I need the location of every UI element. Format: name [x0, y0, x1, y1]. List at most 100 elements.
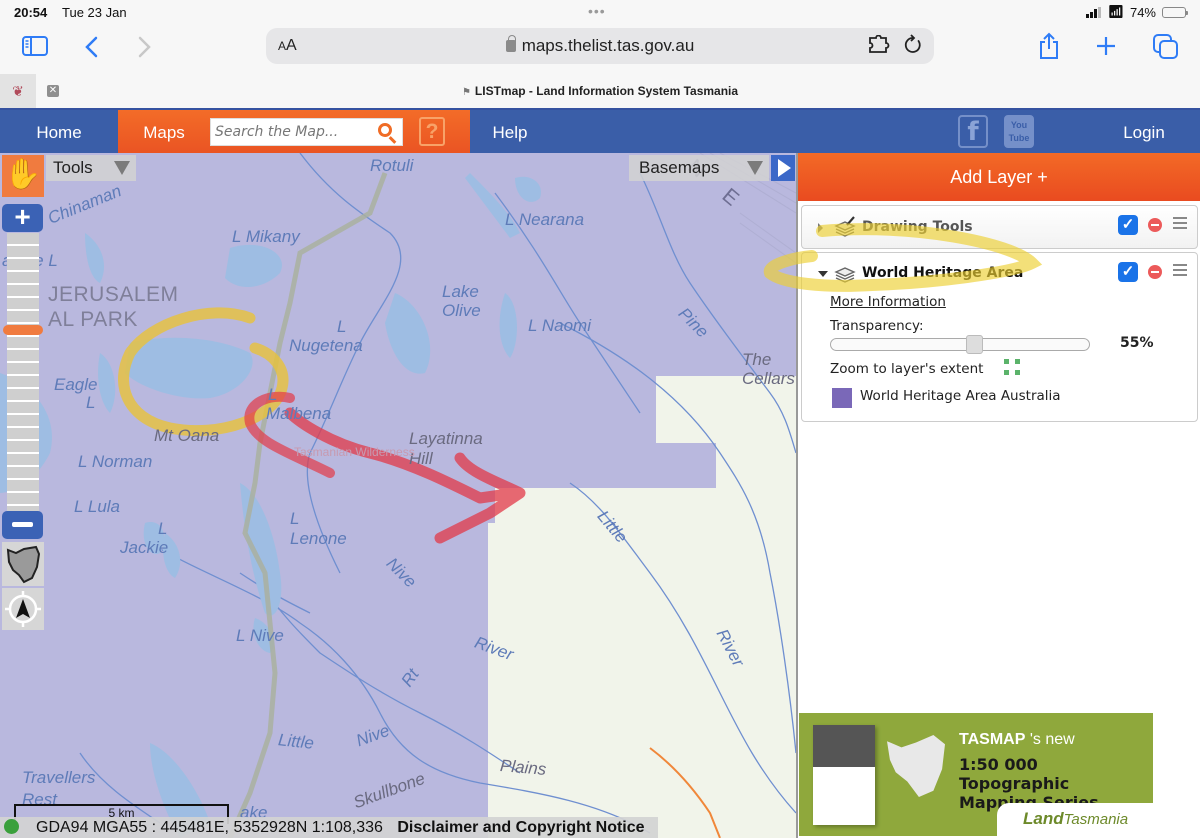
collapse-panel-button[interactable] — [771, 155, 795, 181]
zoom-to-extent-icon[interactable] — [1004, 359, 1020, 375]
layer-menu-icon[interactable] — [1173, 217, 1187, 229]
share-icon[interactable] — [1038, 32, 1060, 65]
map-label: Tasmanian Wilderness — [294, 445, 415, 459]
map-label-park: AL PARK — [48, 308, 138, 331]
remove-layer-icon[interactable] — [1148, 265, 1162, 279]
layer-title[interactable]: World Heritage Area — [862, 265, 1023, 281]
url-display[interactable]: maps.thelist.tas.gov.au — [266, 35, 934, 56]
url-text: maps.thelist.tas.gov.au — [521, 36, 695, 55]
nav-maps[interactable]: Maps — [118, 110, 210, 153]
zoom-slider[interactable] — [7, 233, 39, 511]
status-date: Tue 23 Jan — [62, 5, 127, 20]
map-label: L Mikany — [232, 227, 300, 246]
map-label: L Lula — [74, 497, 121, 516]
battery-percent: 74% — [1129, 4, 1156, 20]
tools-dropdown[interactable]: Tools — [46, 155, 136, 181]
projection-icon[interactable] — [4, 819, 19, 834]
locate-north-button[interactable] — [2, 588, 44, 630]
transparency-value: 55% — [1120, 335, 1154, 351]
layer-visibility-checkbox[interactable]: ✓ — [1118, 262, 1138, 282]
transparency-slider-knob[interactable] — [966, 335, 983, 354]
map-label: Malbena — [266, 404, 332, 423]
disclaimer-link[interactable]: Disclaimer and Copyright Notice — [397, 819, 644, 836]
basemaps-label: Basemaps — [639, 158, 720, 177]
map-label: Nugetena — [289, 336, 363, 355]
tab-title-text: LISTmap - Land Information System Tasman… — [474, 84, 739, 98]
layer-title[interactable]: Drawing Tools — [862, 219, 973, 235]
list-favicon-icon: ⚑ — [461, 87, 471, 98]
site-navbar: Home Maps ? Help f You Tube Login — [0, 108, 1200, 153]
map-label: L Naomi — [528, 316, 591, 335]
layers-panel: Add Layer + Drawing Tools ✓ World Herita… — [763, 153, 1200, 838]
land-logo-italic: Tasmania — [1063, 811, 1129, 828]
coordinate-readout: GDA94 MGA55 : 445481E, 5352928N 1:108,33… — [36, 819, 383, 836]
new-tab-icon[interactable] — [1096, 36, 1116, 61]
tasmania-icon — [6, 545, 41, 584]
back-icon[interactable] — [84, 36, 98, 63]
more-information-link[interactable]: More Information — [830, 294, 946, 310]
collapse-triangle-icon[interactable] — [818, 271, 828, 277]
map-label: Layatinna — [409, 429, 483, 448]
extension-icon[interactable] — [868, 34, 890, 58]
active-tab[interactable]: ⚑ LISTmap - Land Information System Tasma… — [0, 84, 1200, 98]
transparency-slider[interactable] — [830, 335, 1090, 354]
land-tasmania-logo: LandTasmania — [997, 803, 1153, 836]
map-label: Cellars — [742, 369, 795, 388]
basemaps-dropdown[interactable]: Basemaps — [629, 155, 769, 181]
nav-home[interactable]: Home — [0, 110, 118, 153]
tasmap-advertisement[interactable]: TASMAP 's new 1:50 000 Topographic Mappin… — [799, 713, 1153, 836]
multitasking-dots-icon[interactable]: ••• — [588, 3, 606, 19]
map-label: L Nearana — [505, 210, 585, 229]
youtube-icon-top: You — [1010, 120, 1028, 130]
expand-triangle-icon[interactable] — [818, 223, 823, 233]
layer-menu-icon[interactable] — [1173, 264, 1187, 276]
ad-brand: TASMAP 's new — [959, 731, 1075, 749]
zoom-to-tasmania-button[interactable] — [2, 542, 44, 586]
map-canvas[interactable]: Chinaman Rotuli L Mikany L Nearana N E a… — [0, 153, 796, 838]
chevron-down-icon — [114, 161, 130, 175]
zoom-out-button[interactable] — [2, 511, 43, 539]
add-layer-button[interactable]: Add Layer + — [798, 153, 1200, 201]
status-bar: 20:54 Tue 23 Jan ••• 📶︎ 74% — [0, 0, 1200, 24]
chevron-down-icon — [747, 161, 763, 175]
search-icon[interactable] — [378, 123, 392, 137]
layers-icon — [834, 263, 856, 283]
youtube-icon[interactable]: You Tube — [1004, 115, 1034, 148]
map-label: Jackie — [120, 538, 169, 557]
map-label: L — [158, 519, 168, 538]
map-label: Travellers — [22, 768, 96, 787]
layer-card-drawing-tools: Drawing Tools ✓ — [801, 205, 1198, 249]
compass-north-icon — [5, 591, 41, 627]
nav-login[interactable]: Login — [1100, 110, 1188, 153]
map-label: Lake — [442, 282, 479, 301]
map-label: L Norman — [78, 452, 153, 471]
remove-layer-icon[interactable] — [1148, 218, 1162, 232]
zoom-slider-thumb[interactable] — [3, 325, 43, 336]
ad-brand-suffix: 's new — [1029, 731, 1075, 748]
battery-icon — [1162, 6, 1188, 18]
layer-visibility-checkbox[interactable]: ✓ — [1118, 215, 1138, 235]
coordinate-bar: GDA94 MGA55 : 445481E, 5352928N 1:108,33… — [0, 817, 658, 838]
tools-label: Tools — [53, 158, 93, 177]
map-graphics — [0, 153, 796, 838]
map-label: Lenone — [290, 529, 347, 548]
tasmania-outline-graphic — [887, 735, 945, 797]
pan-hand-button[interactable]: ✋ — [2, 155, 44, 197]
status-indicators: 📶︎ 74% — [1086, 4, 1188, 20]
map-search-input[interactable] — [211, 119, 371, 145]
facebook-icon[interactable]: f — [958, 115, 988, 148]
ad-headline-1: 1:50 000 Topographic — [959, 755, 1070, 793]
ad-brand-name: TASMAP — [959, 731, 1026, 748]
layer-card-world-heritage-area: World Heritage Area ✓ More Information T… — [801, 252, 1198, 422]
map-label: Little — [277, 730, 315, 753]
legend-color-swatch — [832, 388, 852, 408]
address-bar[interactable]: AA maps.thelist.tas.gov.au — [266, 28, 934, 64]
forward-icon[interactable] — [138, 36, 152, 63]
tabs-overview-icon[interactable] — [1153, 34, 1179, 65]
sidebar-icon[interactable] — [22, 36, 48, 61]
help-question-icon[interactable]: ? — [419, 117, 445, 146]
map-label: Mt Oana — [154, 426, 220, 445]
zoom-in-button[interactable]: + — [2, 203, 43, 232]
nav-help[interactable]: Help — [470, 110, 550, 153]
reload-icon[interactable] — [904, 34, 922, 60]
